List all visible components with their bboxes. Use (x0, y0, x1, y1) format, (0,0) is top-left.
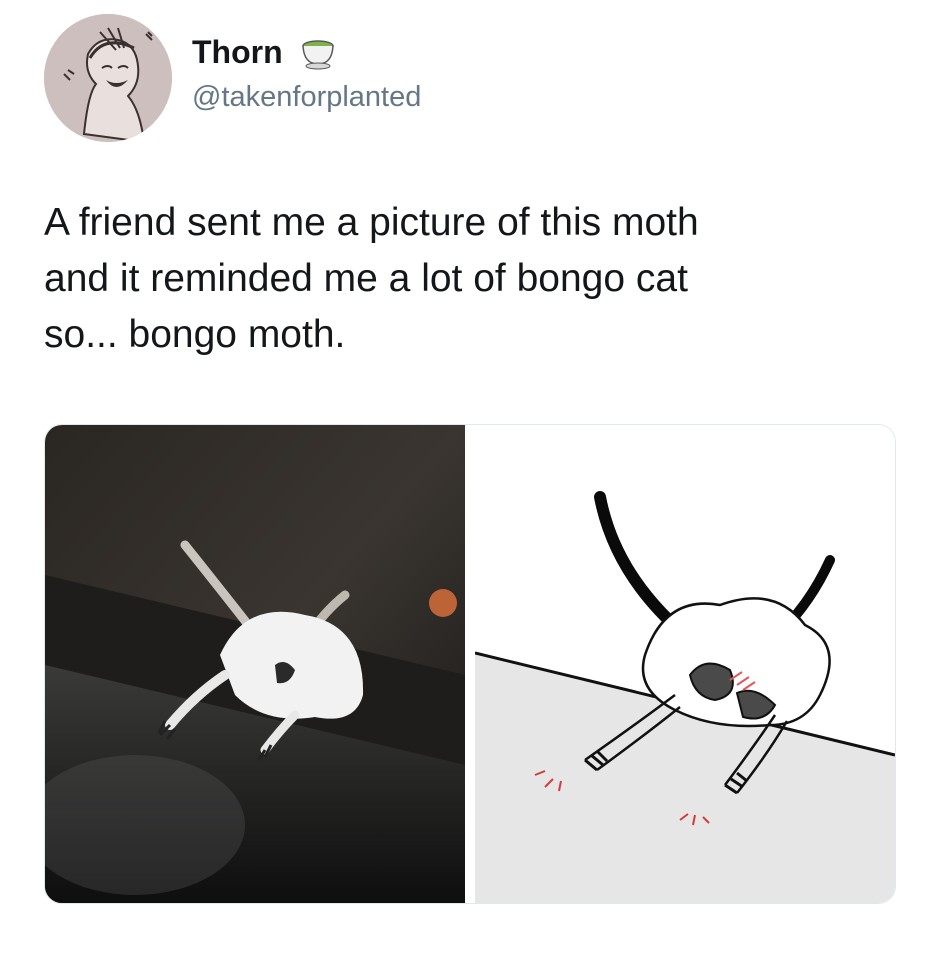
avatar-illustration (44, 14, 172, 142)
user-avatar[interactable] (44, 14, 172, 142)
display-name[interactable]: Thorn (192, 32, 283, 72)
moth-photo-image (45, 425, 465, 903)
tea-cup-icon (302, 40, 334, 70)
tweet-text-line: and it reminded me a lot of bongo cat (44, 257, 688, 300)
moth-photo[interactable] (45, 425, 465, 903)
media-divider (465, 425, 475, 903)
tweet-text-line: so... bongo moth. (44, 313, 346, 356)
bongo-moth-drawing-image (475, 425, 895, 903)
bongo-moth-drawing[interactable] (475, 425, 895, 903)
user-handle[interactable]: @takenforplanted (192, 78, 421, 116)
tweet-media[interactable] (44, 424, 896, 904)
tweet-card: Thorn @takenforplanted A friend sent me … (0, 0, 939, 960)
tweet-text: A friend sent me a picture of this moth … (44, 195, 904, 363)
tweet-text-line: A friend sent me a picture of this moth (44, 201, 699, 244)
